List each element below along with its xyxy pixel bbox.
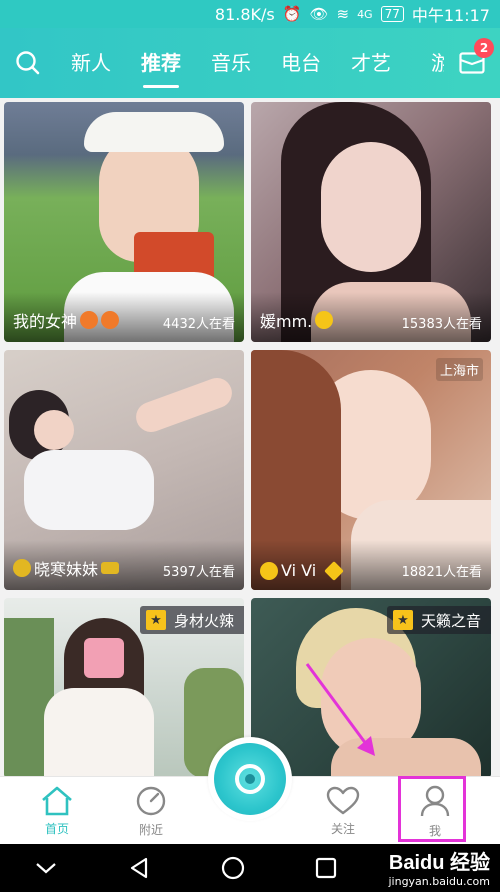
search-icon [16, 51, 40, 75]
network-speed: 81.8K/s [214, 4, 275, 24]
stream-card[interactable]: 媛mm. 15383人在看 [251, 102, 491, 342]
tab-radio[interactable]: 电台 [266, 28, 336, 98]
search-button[interactable] [0, 28, 56, 98]
recents-icon[interactable] [315, 857, 337, 879]
streamer-name: 晓寒妹妹 [34, 560, 99, 579]
nav-label: 关注 [330, 821, 355, 836]
category-tabs: 新人 推荐 音乐 电台 才艺 游 [56, 28, 444, 98]
flower-icon [80, 311, 99, 329]
stream-card[interactable]: ★ 天籁之音 [251, 598, 491, 776]
watermark: Baidu 经验 jingyan.baidu.com [388, 846, 490, 888]
compass-icon [136, 786, 166, 815]
wave-icon [101, 562, 120, 574]
mail-badge: 2 [474, 38, 494, 58]
nav-follow[interactable]: 关注 [298, 777, 388, 845]
camera-icon [235, 764, 265, 794]
stream-grid: 我的女神 4432人在看 媛mm. 15383人在看 晓寒妹妹 5397人在看 … [0, 98, 500, 776]
battery-indicator: 77 [380, 6, 404, 22]
snake-icon [13, 559, 31, 577]
streamer-name: 我的女神 [13, 312, 78, 331]
streamer-name: Vi Vi [281, 561, 317, 580]
stream-card[interactable]: 晓寒妹妹 5397人在看 [4, 350, 244, 590]
tab-new[interactable]: 新人 [56, 28, 126, 98]
location-label: 上海市 [435, 358, 483, 381]
stream-card[interactable]: 我的女神 4432人在看 [4, 102, 244, 342]
nav-nearby[interactable]: 附近 [106, 777, 196, 845]
clock: 中午11:17 [411, 6, 490, 25]
network-type: 4G [357, 7, 373, 21]
chevron-down-icon[interactable] [34, 860, 58, 876]
watermark-url: jingyan.baidu.com [388, 875, 490, 888]
status-bar: 81.8K/s ⏰ 👁 ≋ 4G 77 中午11:17 [0, 0, 500, 28]
nav-label: 附近 [138, 822, 163, 837]
mail-button[interactable]: 2 [444, 28, 500, 98]
category-tag: ★ 身材火辣 [139, 606, 244, 634]
sparkle-icon [324, 560, 345, 581]
tab-music[interactable]: 音乐 [196, 28, 266, 98]
highlight-box-annotation [398, 776, 466, 842]
viewer-count: 4432人在看 [162, 317, 235, 332]
stream-card[interactable]: ★ 身材火辣 [4, 598, 244, 776]
nav-label: 首页 [44, 821, 69, 836]
home-circle-icon[interactable] [220, 855, 246, 881]
home-icon [42, 786, 72, 815]
wifi-icon: ≋ [336, 5, 350, 23]
eye-icon: 👁 [309, 5, 329, 23]
flower-icon [101, 311, 120, 329]
tab-game[interactable]: 游 [406, 28, 444, 98]
viewer-count: 5397人在看 [162, 565, 235, 580]
back-icon[interactable] [127, 856, 151, 880]
nav-home[interactable]: 首页 [12, 777, 102, 845]
tab-recommend[interactable]: 推荐 [126, 28, 196, 98]
watermark-logo: Baidu 经验 [388, 852, 490, 874]
streamer-name: 媛mm. [260, 312, 313, 331]
heart-icon [326, 786, 360, 814]
tab-talent[interactable]: 才艺 [336, 28, 406, 98]
alarm-icon: ⏰ [282, 5, 302, 23]
live-broadcast-button[interactable] [208, 737, 292, 821]
viewer-count: 18821人在看 [401, 565, 482, 580]
top-nav: 新人 推荐 音乐 电台 才艺 游 2 [0, 28, 500, 98]
stream-card[interactable]: 上海市 Vi Vi 18821人在看 [251, 350, 491, 590]
pointer-arrow-annotation [305, 663, 375, 756]
star-icon: ★ [145, 610, 166, 630]
tag-label: 身材火辣 [173, 611, 234, 630]
viewer-count: 15383人在看 [401, 317, 482, 332]
sunflower-icon [315, 311, 334, 329]
smiley-icon [260, 561, 278, 580]
